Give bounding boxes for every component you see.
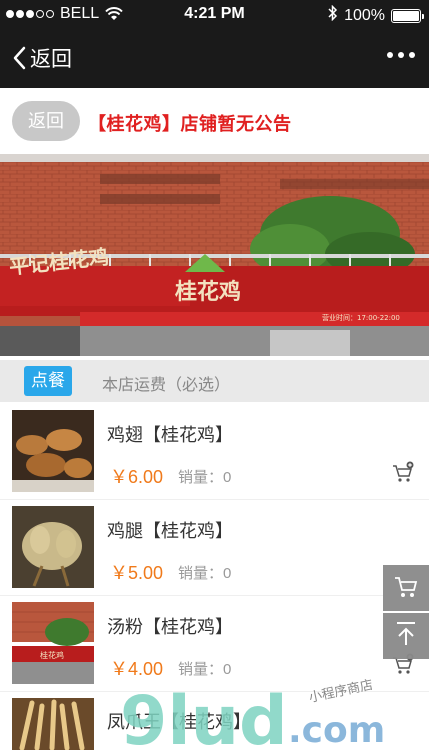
bluetooth-icon xyxy=(328,4,338,26)
product-name: 鸡翅【桂花鸡】 xyxy=(107,425,233,445)
product-image: 桂花鸡 xyxy=(12,602,94,684)
battery-icon xyxy=(391,8,424,23)
store-banner: 桂花鸡 平记桂花鸡 营业时间：17:00-22:00 xyxy=(0,154,429,356)
cart-button[interactable] xyxy=(383,565,429,611)
cart-add-icon[interactable] xyxy=(391,461,415,485)
nav-bar: 返回 xyxy=(0,30,429,88)
product-item[interactable]: 鸡腿【桂花鸡】 ￥5.00 销量：0 xyxy=(0,500,429,596)
more-dots-icon[interactable] xyxy=(387,52,415,58)
product-item[interactable]: 桂花鸡 汤粉【桂花鸡】 ￥4.00 销量：0 xyxy=(0,596,429,692)
product-price: ￥6.00 xyxy=(110,467,164,487)
product-name: 凤爪王【桂花鸡】 xyxy=(107,712,251,732)
product-sales: 销量：0 xyxy=(178,565,232,582)
back-chevron-icon xyxy=(12,46,26,70)
nav-back-button[interactable]: 返回 xyxy=(12,43,72,73)
product-name: 鸡腿【桂花鸡】 xyxy=(107,521,233,541)
product-sales: 销量：0 xyxy=(178,469,232,486)
back-to-top-button[interactable] xyxy=(383,613,429,659)
product-name: 汤粉【桂花鸡】 xyxy=(107,617,233,637)
status-right: 100% xyxy=(328,4,424,26)
product-price: ￥4.00 xyxy=(110,659,164,679)
store-notice: 【桂花鸡】店铺暂无公告 xyxy=(88,114,292,134)
notice-bar: 返回 【桂花鸡】店铺暂无公告 xyxy=(0,88,429,154)
cart-icon xyxy=(392,572,420,605)
svg-text:桂花鸡: 桂花鸡 xyxy=(40,650,64,660)
tab-shipping-fee[interactable]: 本店运费（必选） xyxy=(102,371,230,395)
product-price: ￥5.00 xyxy=(110,563,164,583)
nav-back-label: 返回 xyxy=(30,48,72,71)
product-item[interactable]: 凤爪王【桂花鸡】 xyxy=(0,692,429,750)
battery-percent: 100% xyxy=(344,6,385,24)
back-to-top-icon xyxy=(394,621,418,652)
status-bar: BELL 4:21 PM 100% xyxy=(0,0,429,30)
category-tabs: 点餐 本店运费（必选） xyxy=(0,360,429,402)
product-image xyxy=(12,698,94,750)
product-image xyxy=(12,410,94,492)
banner-sign-main: 桂花鸡 xyxy=(175,279,241,305)
tab-order[interactable]: 点餐 xyxy=(24,366,72,396)
banner-hours: 营业时间：17:00-22:00 xyxy=(322,313,400,322)
product-item[interactable]: 鸡翅【桂花鸡】 ￥6.00 销量：0 xyxy=(0,404,429,500)
back-button[interactable]: 返回 xyxy=(12,101,80,141)
product-sales: 销量：0 xyxy=(178,661,232,678)
product-image xyxy=(12,506,94,588)
